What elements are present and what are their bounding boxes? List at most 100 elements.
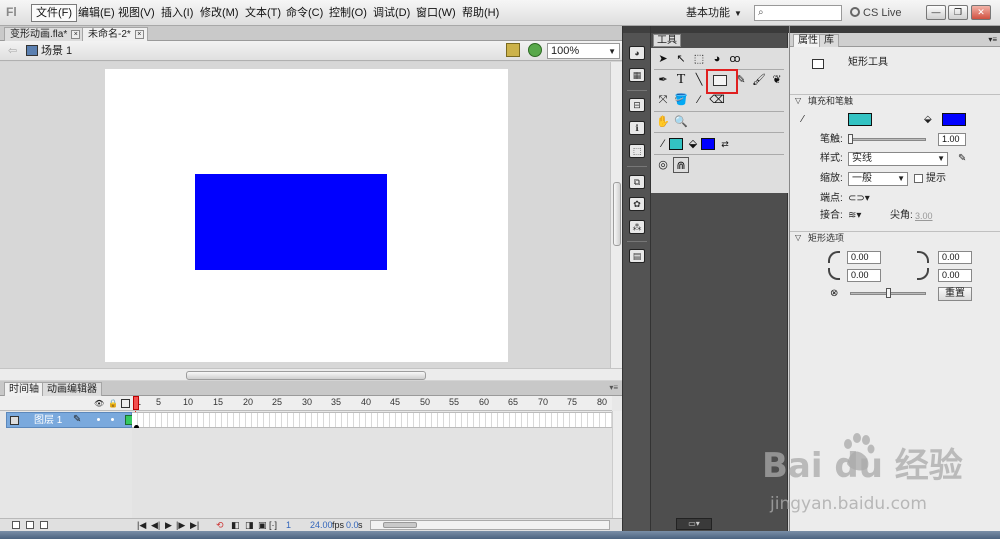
layer-row[interactable]: 图层 1 ✎ (0, 412, 612, 428)
subselection-tool-icon[interactable]: ↖ (673, 51, 689, 67)
menu-commands[interactable]: 命令(C) (282, 5, 327, 21)
stage-canvas[interactable] (105, 69, 508, 362)
section-rect-options[interactable]: ▽ 矩形选项 (790, 231, 1000, 244)
panel-header[interactable] (651, 26, 789, 33)
3d-rotation-tool-icon[interactable]: ◕ (709, 51, 725, 67)
miter-value[interactable]: 3.00 (915, 209, 933, 223)
menu-insert[interactable]: 插入(I) (157, 5, 197, 21)
panel-header[interactable] (790, 26, 1000, 33)
components-panel-icon[interactable]: ✿ (629, 197, 645, 211)
brush-tool-icon[interactable]: 🖌 (751, 72, 767, 88)
fill-color-swatch[interactable] (942, 113, 966, 126)
corner-radius-top-right[interactable]: 0.00 (938, 251, 972, 264)
onion-skin-icon[interactable]: ◧ (231, 520, 240, 530)
timeline-vertical-scrollbar[interactable] (612, 411, 622, 519)
motion-presets-icon[interactable]: ⁂ (629, 220, 645, 234)
restore-button[interactable]: ❐ (948, 5, 968, 20)
lasso-tool-icon[interactable]: ꝏ (727, 51, 743, 67)
menu-window[interactable]: 窗口(W) (412, 5, 460, 21)
slider-thumb[interactable] (886, 288, 891, 298)
playhead[interactable] (133, 396, 139, 410)
close-icon[interactable]: × (71, 30, 81, 39)
stroke-style-select[interactable]: 实线 ▼ (848, 152, 948, 166)
hand-tool-icon[interactable]: ✋ (655, 114, 671, 130)
eyedropper-tool-icon[interactable]: ⁄ (691, 92, 707, 108)
corner-radius-bottom-left[interactable]: 0.00 (847, 269, 881, 282)
stage-pasteboard[interactable] (0, 62, 610, 368)
lock-toggle[interactable] (111, 418, 114, 421)
tab-timeline[interactable]: 时间轴 (4, 382, 44, 396)
scrollbar-thumb[interactable] (383, 522, 417, 528)
scale-select[interactable]: 一般 ▼ (848, 172, 908, 186)
selection-tool-icon[interactable]: ➤ (655, 51, 671, 67)
panel-resize-handle[interactable]: ▭▾ (676, 518, 712, 530)
scrollbar-thumb[interactable] (186, 371, 426, 380)
info-panel-icon[interactable]: ℹ (629, 121, 645, 135)
corner-radius-top-left[interactable]: 0.00 (847, 251, 881, 264)
scrollbar-thumb[interactable] (613, 182, 621, 246)
corner-radius-bottom-right[interactable]: 0.00 (938, 269, 972, 282)
hint-checkbox[interactable] (914, 174, 923, 183)
menu-view[interactable]: 视图(V) (114, 5, 159, 21)
paint-bucket-tool-icon[interactable]: 🪣 (673, 92, 689, 108)
new-folder-icon[interactable] (26, 521, 34, 529)
workspace-switcher[interactable]: 基本功能 ▼ (686, 5, 742, 21)
minimize-button[interactable]: — (926, 5, 946, 20)
code-snippets-icon[interactable]: ⧉ (629, 175, 645, 189)
frame-rate[interactable]: 24.00 (310, 520, 333, 530)
swap-colors-icon[interactable]: ⇄ (717, 136, 733, 152)
layer-name-cell[interactable]: 图层 1 ✎ (6, 412, 135, 428)
last-frame-button[interactable]: ▶| (190, 520, 199, 530)
line-tool-icon[interactable]: ╲ (691, 72, 707, 88)
menu-file[interactable]: 文件(F) (31, 4, 78, 22)
visibility-toggle[interactable] (97, 418, 100, 421)
edit-multiple-frames-icon[interactable]: ▣ (258, 520, 267, 530)
edit-scene-button[interactable] (506, 43, 520, 57)
history-panel-icon[interactable]: ▤ (629, 249, 645, 263)
frame-ruler[interactable]: 1 5 10 15 20 25 30 35 40 45 50 55 60 65 … (132, 396, 612, 411)
blue-rectangle-shape[interactable] (195, 174, 387, 270)
stroke-color-swatch[interactable] (669, 138, 683, 150)
reset-button[interactable]: 重置 (938, 287, 972, 301)
timeline-horizontal-scrollbar[interactable] (370, 520, 610, 530)
tab-library[interactable]: 库 (819, 34, 839, 47)
prev-frame-button[interactable]: ◀| (151, 520, 160, 530)
free-transform-tool-icon[interactable]: ⬚ (691, 51, 707, 67)
first-frame-button[interactable]: |◀ (137, 520, 146, 530)
cap-style-icon[interactable]: ⊂⊃▾ (848, 193, 870, 205)
strip-header[interactable] (623, 26, 650, 33)
menu-debug[interactable]: 调试(D) (369, 5, 414, 21)
snap-to-objects-icon[interactable]: ⋒ (673, 157, 689, 173)
panel-menu-icon[interactable]: ▾≡ (988, 35, 997, 44)
stage-vertical-scrollbar[interactable] (610, 62, 622, 368)
zoom-tool-icon[interactable]: 🔍 (673, 114, 689, 130)
color-panel-icon[interactable]: ◕ (629, 46, 645, 60)
stroke-color-swatch[interactable] (848, 113, 872, 126)
next-frame-button[interactable]: |▶ (176, 520, 185, 530)
transform-panel-icon[interactable]: ⬚ (629, 144, 645, 158)
slider-thumb[interactable] (848, 134, 853, 144)
link-icon[interactable]: ⊗ (830, 288, 838, 300)
delete-icon[interactable] (40, 521, 48, 529)
menu-help[interactable]: 帮助(H) (458, 5, 503, 21)
stroke-width-input[interactable]: 1.00 (938, 133, 966, 146)
lock-icon[interactable]: 🔒 (108, 399, 118, 408)
back-arrow-icon[interactable]: ⇦ (8, 44, 17, 57)
doc-tab-morph-animation[interactable]: 变形动画.fla* × (4, 27, 85, 41)
object-drawing-icon[interactable]: ◎ (655, 157, 671, 173)
menu-edit[interactable]: 编辑(E) (74, 5, 119, 21)
doc-tab-untitled-2[interactable]: 未命名-2* × (82, 27, 148, 41)
bone-tool-icon[interactable]: ⤧ (655, 92, 671, 108)
stroke-slider[interactable] (848, 138, 926, 141)
close-button[interactable]: ✕ (971, 5, 991, 20)
menu-text[interactable]: 文本(T) (241, 5, 285, 21)
edit-stroke-style-icon[interactable]: ✎ (958, 153, 966, 165)
section-fill-stroke[interactable]: ▽ 填充和笔触 (790, 94, 1000, 107)
pen-tool-icon[interactable]: ✒ (655, 72, 671, 88)
swatches-panel-icon[interactable]: ▦ (629, 68, 645, 82)
stage-horizontal-scrollbar[interactable] (0, 368, 622, 380)
tab-motion-editor[interactable]: 动画编辑器 (42, 382, 102, 396)
cs-live-button[interactable]: CS Live (850, 5, 902, 21)
outline-icon[interactable] (121, 399, 130, 408)
text-tool-icon[interactable]: T (673, 72, 689, 88)
